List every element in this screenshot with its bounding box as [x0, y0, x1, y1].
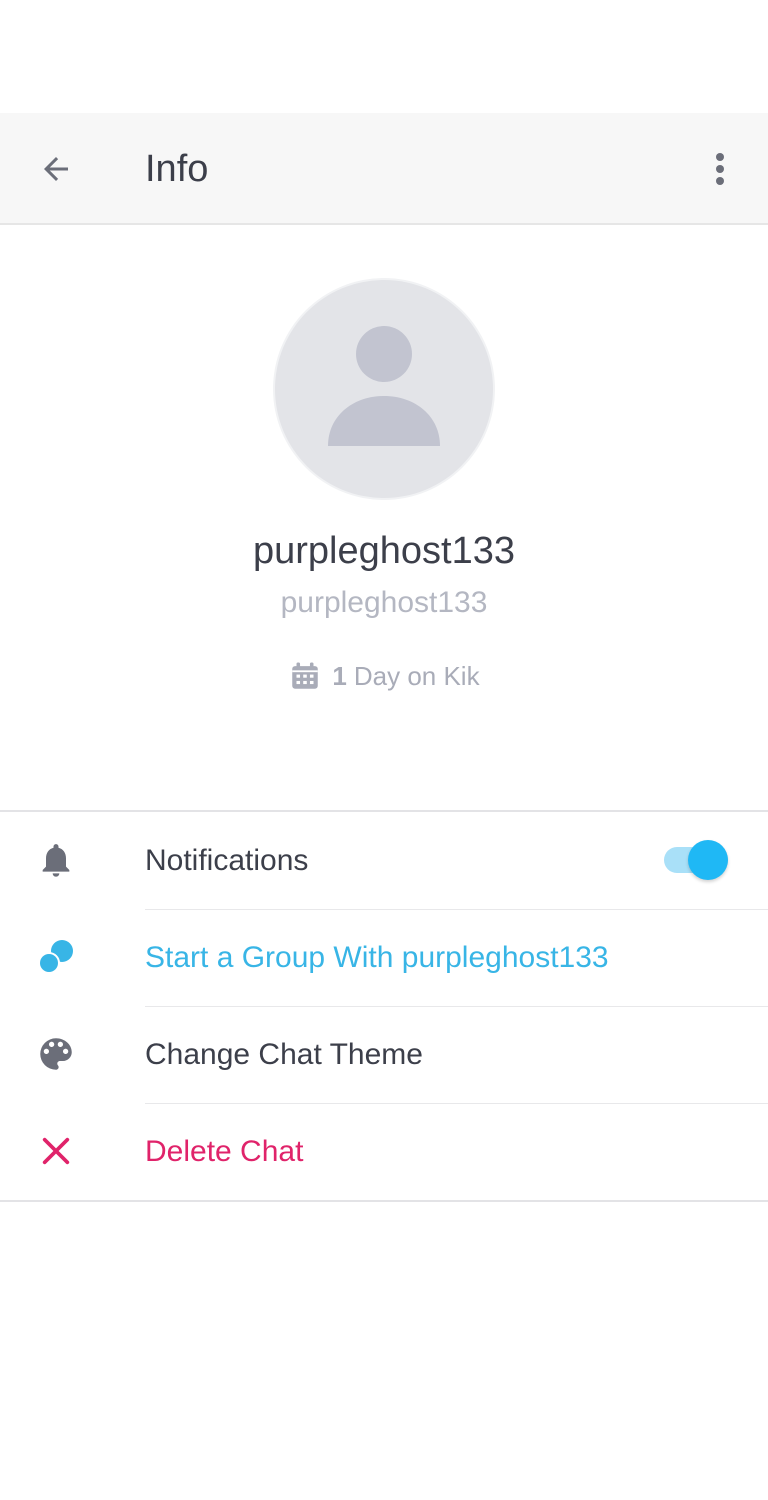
more-vertical-icon: [716, 153, 724, 185]
username: purpleghost133: [280, 586, 488, 619]
notifications-toggle[interactable]: [664, 838, 730, 882]
close-icon: [28, 1123, 84, 1179]
back-button[interactable]: [28, 141, 84, 197]
arrow-left-icon: [44, 157, 68, 181]
menu-item-notifications[interactable]: Notifications: [0, 812, 768, 909]
days-on-kik: 1 Day on Kik: [0, 656, 768, 696]
avatar[interactable]: [275, 280, 493, 498]
change-theme-label: Change Chat Theme: [145, 1038, 423, 1071]
days-text: Day on Kik: [353, 660, 480, 691]
display-name: purpleghost133: [253, 530, 515, 572]
menu-item-change-theme[interactable]: Change Chat Theme: [0, 1006, 768, 1103]
menu-item-delete-chat[interactable]: Delete Chat: [0, 1103, 768, 1200]
days-count: 1: [332, 660, 347, 691]
person-placeholder-icon: [328, 326, 440, 446]
palette-icon: [28, 1026, 84, 1082]
toggle-thumb: [688, 840, 728, 880]
page-title: Info: [145, 148, 209, 190]
status-bar-area: [0, 0, 768, 113]
menu-item-start-group[interactable]: Start a Group With purpleghost133: [0, 909, 768, 1006]
more-options-button[interactable]: [692, 141, 748, 197]
options-menu: Notifications Start a Group With purpleg…: [0, 810, 768, 1202]
calendar-icon: [288, 659, 322, 693]
bell-icon: [28, 832, 84, 888]
group-bubbles-icon: [28, 929, 84, 985]
start-group-label: Start a Group With purpleghost133: [145, 941, 609, 974]
delete-chat-label: Delete Chat: [145, 1135, 304, 1168]
toolbar: Info: [0, 113, 768, 225]
profile-section: purpleghost133 purpleghost133 1 Day on K…: [0, 226, 768, 810]
notifications-label: Notifications: [145, 844, 309, 877]
